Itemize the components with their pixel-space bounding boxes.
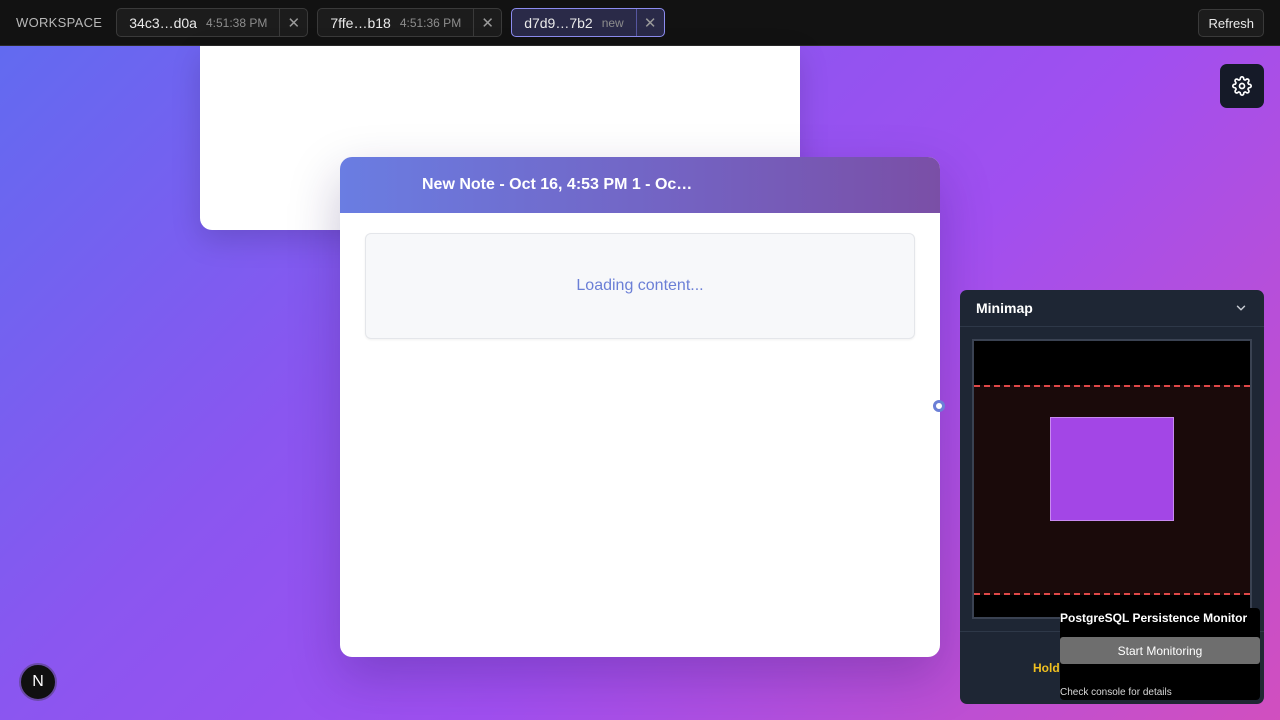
tab-time: 4:51:38 PM: [205, 15, 268, 30]
chevron-down-icon[interactable]: [1234, 301, 1248, 315]
tab-select[interactable]: 34c3…d0a 4:51:38 PM: [117, 9, 279, 36]
tab-id: d7d9…7b2: [524, 14, 593, 31]
note-window[interactable]: New Note - Oct 16, 4:53 PM 1 - Oc… Loadi…: [340, 157, 940, 657]
tab-select[interactable]: 7ffe…b18 4:51:36 PM: [318, 9, 473, 36]
tab-id: 34c3…d0a: [129, 14, 197, 31]
workspace-tab-active[interactable]: d7d9…7b2 new ✕: [511, 8, 665, 37]
loading-text: Loading content...: [576, 277, 704, 294]
tab-time: 4:51:36 PM: [399, 15, 462, 30]
tab-id: 7ffe…b18: [330, 14, 391, 31]
minimap-node[interactable]: [1050, 417, 1174, 521]
workspace-label: WORKSPACE: [16, 15, 103, 30]
minimap-canvas[interactable]: [972, 339, 1252, 619]
close-icon[interactable]: ✕: [473, 9, 501, 36]
close-icon[interactable]: ✕: [279, 9, 307, 36]
note-title: New Note - Oct 16, 4:53 PM 1 - Oc…: [422, 176, 693, 193]
minimap-hint: Hold: [1033, 661, 1060, 675]
workspace-tab[interactable]: 7ffe…b18 4:51:36 PM ✕: [317, 8, 503, 37]
minimap-title: Minimap: [976, 300, 1033, 316]
gear-icon: [1232, 76, 1252, 96]
settings-button[interactable]: [1220, 64, 1264, 108]
minimap-header[interactable]: Minimap: [960, 290, 1264, 327]
refresh-button[interactable]: Refresh: [1198, 9, 1264, 37]
start-monitoring-button[interactable]: Start Monitoring: [1060, 637, 1260, 664]
workspace-tab[interactable]: 34c3…d0a 4:51:38 PM ✕: [116, 8, 309, 37]
note-header[interactable]: New Note - Oct 16, 4:53 PM 1 - Oc…: [340, 157, 940, 213]
close-icon[interactable]: ✕: [635, 9, 664, 36]
tab-status: new: [601, 15, 624, 30]
postgres-monitor-title: PostgreSQL Persistence Monitor: [1060, 611, 1248, 625]
tab-select[interactable]: d7d9…7b2 new: [512, 9, 636, 36]
workspace-topbar: WORKSPACE 34c3…d0a 4:51:38 PM ✕ 7ffe…b18…: [0, 0, 1280, 46]
next-dev-badge[interactable]: N: [19, 663, 57, 701]
postgres-monitor-note: Check console for details: [1060, 687, 1172, 698]
postgres-monitor: PostgreSQL Persistence Monitor Start Mon…: [1060, 608, 1260, 700]
note-content-placeholder: Loading content...: [365, 233, 915, 339]
resize-handle[interactable]: [933, 400, 945, 412]
